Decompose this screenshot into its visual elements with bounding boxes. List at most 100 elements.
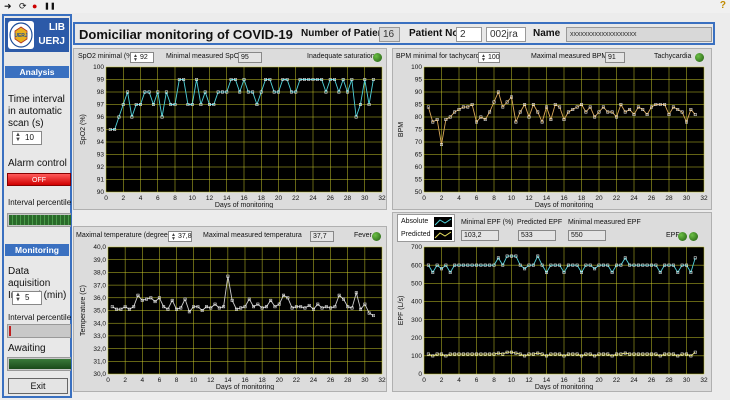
x-tick-label: 0 [422,195,426,202]
x-tick-label: 6 [475,377,479,384]
spo2-min-input[interactable]: ▲ ▼ 92 [130,52,154,63]
x-tick-label: 14 [223,195,231,202]
awaiting-label: Awaiting [8,343,46,354]
spinner-icon[interactable]: ▲ ▼ [15,292,21,303]
x-tick-label: 6 [475,195,479,202]
run-continuously-icon[interactable]: ⟳ [19,1,27,12]
y-tick-label: 55 [415,177,423,184]
y-tick-label: 700 [411,244,422,251]
y-tick-label: 30,0 [93,371,106,378]
y-axis-label: BPM [398,122,405,137]
y-tick-label: 32,0 [93,346,106,353]
x-tick-label: 28 [344,195,352,202]
epf-legend: Absolute Predicted [397,214,455,242]
y-tick-label: 60 [415,164,423,171]
y-tick-label: 95 [415,77,423,84]
tachycardia-led-icon [695,53,704,62]
alarm-control-label: Alarm control [8,158,67,169]
y-tick-label: 75 [415,127,423,134]
x-tick-label: 10 [189,195,197,202]
y-tick-label: 31,0 [93,359,106,366]
x-tick-label: 22 [613,195,621,202]
y-tick-label: 33,0 [93,333,106,340]
abort-icon[interactable]: ● [32,1,37,12]
epf-meas-value: 550 [568,230,606,241]
x-tick-label: 24 [309,195,317,202]
x-tick-label: 32 [378,377,386,384]
spinner-icon[interactable]: ▲ ▼ [15,132,21,143]
x-tick-label: 14 [543,377,551,384]
fever-led-icon [372,232,381,241]
epf-pred-label: Predicted EPF [517,219,563,226]
bpm-min-label: BPM minimal for tachycardia [396,53,486,60]
number-of-patients-value: 16 [379,27,400,42]
x-tick-label: 22 [292,195,300,202]
x-tick-label: 30 [361,195,369,202]
x-axis-label: Days of monitoring [216,384,274,390]
alarm-toggle-button[interactable]: OFF [7,173,71,186]
x-tick-label: 10 [190,377,198,384]
epf-led-2-icon [689,232,698,241]
x-tick-label: 30 [361,377,369,384]
x-tick-label: 16 [241,377,249,384]
x-tick-label: 6 [158,377,162,384]
spo2-status-label: Inadequate saturation [307,53,375,60]
bpm-status-label: Tachycardia [654,53,692,60]
x-tick-label: 14 [224,377,232,384]
bpm-measured-label: Maximal measured BPM [531,53,608,60]
interval-percentile-2-bar [7,324,71,338]
x-tick-label: 2 [440,377,444,384]
epf-led-1-icon [678,232,687,241]
y-tick-label: 600 [411,262,422,269]
y-tick-label: 90 [415,89,423,96]
run-icon[interactable]: ➜ [4,1,12,12]
y-tick-label: 80 [415,114,423,121]
patient-no-input[interactable]: 2 [456,27,482,42]
x-tick-label: 24 [630,377,638,384]
x-tick-label: 12 [525,195,533,202]
x-tick-label: 0 [422,377,426,384]
y-tick-label: 65 [415,152,423,159]
x-tick-label: 2 [123,377,127,384]
y-tick-label: 36,0 [93,295,106,302]
logo-uerj-text: UERJ [38,36,65,47]
patient-code-input[interactable]: 002jra [486,27,526,42]
spinner-icon[interactable]: ▲ ▼ [171,233,176,242]
x-tick-label: 2 [121,195,125,202]
spinner-icon[interactable]: ▲ ▼ [481,54,486,63]
acquisition-interval-input[interactable]: ▲ ▼ 5 [12,291,42,305]
x-tick-label: 4 [457,195,461,202]
y-tick-label: 100 [411,64,422,71]
help-icon[interactable]: ? [720,0,726,11]
epf-chart: 0 2 4 6 8 10 12 14 16 18 20 22 24 26 28 30 3201002003004… [398,244,708,390]
bpm-min-input[interactable]: ▲ ▼ 100 [478,52,500,63]
header-bar: Domiciliar monitoring of COVID-19 Number… [73,22,715,45]
interval-percentile-2-label: Interval percentile [8,313,72,322]
x-tick-label: 26 [327,377,335,384]
exit-button[interactable]: Exit [8,378,68,394]
x-tick-label: 24 [630,195,638,202]
temp-measured-label: Maximal measured temperatura [203,232,302,239]
x-tick-label: 32 [700,195,708,202]
y-tick-label: 0 [418,371,422,378]
x-axis-label: Days of monitoring [215,202,273,208]
bpm-chart: 0 2 4 6 8 10 12 14 16 18 20 22 24 26 28 30 3250556065707… [398,64,708,208]
time-interval-input[interactable]: ▲ ▼ 10 [12,131,42,145]
page-title: Domiciliar monitoring of COVID-19 [79,27,293,42]
y-tick-label: 200 [411,335,422,342]
spinner-icon[interactable]: ▲ ▼ [133,54,138,63]
x-tick-label: 30 [683,195,691,202]
y-axis-label: EPF (L/s) [398,296,405,326]
y-tick-label: 35,0 [93,308,106,315]
y-axis-label: SpO2 (%) [80,114,87,145]
temp-max-input[interactable]: ▲ ▼ 37,8 [168,231,192,242]
x-tick-label: 16 [560,195,568,202]
interval-percentile-label: Interval percentile [8,198,72,207]
pause-icon[interactable]: ❚❚ [44,1,56,12]
legend-absolute-swatch [434,217,452,227]
x-tick-label: 16 [240,195,248,202]
x-tick-label: 18 [578,195,586,202]
x-tick-label: 22 [613,377,621,384]
x-tick-label: 20 [595,195,603,202]
x-tick-label: 28 [665,195,673,202]
